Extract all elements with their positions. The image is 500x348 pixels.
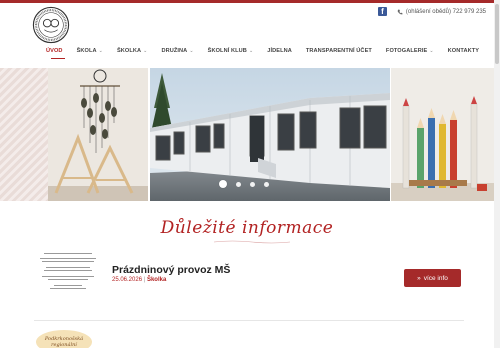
nav-label: JÍDELNA bbox=[267, 48, 292, 54]
slide-pattern-left bbox=[0, 68, 48, 201]
slider-dot[interactable] bbox=[264, 181, 269, 187]
section-divider bbox=[34, 320, 464, 321]
nav-item-skola[interactable]: ŠKOLA ⌄ bbox=[77, 48, 103, 54]
slide-photo-modular-building bbox=[150, 68, 390, 201]
slider-dot[interactable] bbox=[250, 181, 255, 187]
nav-item-uvod[interactable]: ÚVOD bbox=[46, 48, 63, 54]
top-accent-bar bbox=[0, 0, 500, 3]
chevron-down-icon: ⌄ bbox=[248, 48, 254, 54]
nav-item-skolni-klub[interactable]: ŠKOLNÍ KLUB ⌄ bbox=[208, 48, 254, 54]
slide-photo-wall-decor bbox=[48, 68, 148, 201]
nav-label: TRANSPARENTNÍ ÚČET bbox=[305, 48, 372, 54]
slider-dot[interactable] bbox=[236, 181, 241, 187]
school-logo[interactable] bbox=[32, 6, 70, 44]
nav-item-druzina[interactable]: DRUŽINA ⌄ bbox=[161, 48, 193, 54]
header-contact: f (ohlášení obědů) 722 979 235 bbox=[377, 7, 486, 16]
nav-label: ŠKOLA bbox=[76, 48, 97, 54]
section-title: Důležité informace bbox=[160, 218, 334, 238]
nav-label: ŠKOLKA bbox=[116, 48, 142, 54]
nav-item-transparentni-ucet[interactable]: TRANSPARENTNÍ ÚČET bbox=[306, 48, 372, 54]
page-scrollbar[interactable] bbox=[494, 0, 500, 348]
nav-label: ÚVOD bbox=[46, 48, 63, 54]
nav-item-skolka[interactable]: ŠKOLKA ⌄ bbox=[117, 48, 148, 54]
news-thumbnail[interactable] bbox=[34, 250, 102, 298]
nav-label: KONTAKTY bbox=[447, 48, 480, 54]
news-category[interactable]: Školka bbox=[147, 277, 166, 283]
facebook-icon[interactable]: f bbox=[377, 7, 387, 16]
news-title[interactable]: Prázdninový provoz MŠ bbox=[112, 264, 230, 276]
nav-item-fotogalerie[interactable]: FOTOGALERIE ⌄ bbox=[386, 48, 434, 54]
slider-dot[interactable] bbox=[219, 180, 227, 188]
slide-photo-pencil-decor bbox=[391, 68, 494, 201]
scrollbar-thumb[interactable] bbox=[495, 4, 499, 64]
phone-icon bbox=[397, 9, 403, 14]
regional-badge[interactable]: Podkrkonošská regionální bbox=[36, 330, 92, 348]
nav-label: DRUŽINA bbox=[161, 48, 188, 54]
news-meta: 25.06.2026 | Školka bbox=[112, 277, 166, 283]
news-date: 25.06.2026 bbox=[112, 277, 143, 283]
hero-slider[interactable] bbox=[0, 68, 494, 201]
chevron-down-icon: ⌄ bbox=[189, 48, 194, 54]
more-info-label: více info bbox=[423, 274, 448, 282]
title-ornament bbox=[213, 240, 291, 244]
nav-item-kontakty[interactable]: KONTAKTY bbox=[448, 48, 479, 54]
slider-dots bbox=[219, 180, 269, 188]
news-separator: | bbox=[143, 277, 146, 283]
phone-info[interactable]: (ohlášení obědů) 722 979 235 bbox=[397, 9, 486, 15]
chevron-down-icon: ⌄ bbox=[429, 48, 434, 54]
badge-line: regionální bbox=[51, 342, 77, 348]
active-nav-indicator bbox=[51, 58, 65, 59]
nav-item-jidelna[interactable]: JÍDELNA bbox=[267, 48, 292, 54]
nav-label: FOTOGALERIE bbox=[385, 48, 428, 54]
chevron-down-icon: ⌄ bbox=[143, 48, 148, 54]
double-chevron-right-icon: » bbox=[417, 274, 421, 282]
phone-text: (ohlášení obědů) 722 979 235 bbox=[405, 8, 486, 15]
nav-label: ŠKOLNÍ KLUB bbox=[207, 48, 247, 54]
main-navigation: ÚVOD ŠKOLA ⌄ ŠKOLKA ⌄ DRUŽINA ⌄ ŠKOLNÍ KLUB… bbox=[46, 46, 493, 56]
news-item: Prázdninový provoz MŠ 25.06.2026 | Školk… bbox=[34, 250, 464, 298]
chevron-down-icon: ⌄ bbox=[98, 48, 103, 54]
more-info-button[interactable]: » více info bbox=[404, 269, 461, 287]
